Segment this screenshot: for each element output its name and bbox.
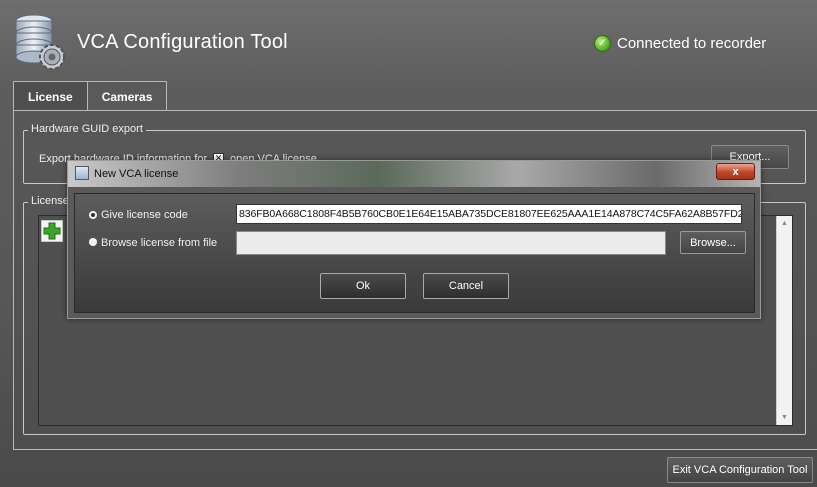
dialog-titlebar[interactable]: New VCA license x [68,161,760,187]
connection-status: ✓ Connected to recorder [594,35,766,52]
hardware-guid-group-label: Hardware GUID export [28,123,146,135]
plus-icon[interactable] [41,220,63,242]
give-code-radio[interactable] [88,210,98,220]
tab-bar: License Cameras [13,81,168,111]
browse-button[interactable]: Browse... [680,231,746,254]
app-window: VCA Configuration Tool ✓ Connected to re… [0,0,817,487]
header: VCA Configuration Tool ✓ Connected to re… [0,0,817,82]
browse-file-radio[interactable] [88,237,98,247]
check-circle-icon: ✓ [594,35,611,52]
cancel-button[interactable]: Cancel [423,273,509,299]
tab-cameras[interactable]: Cameras [86,81,168,111]
status-text: Connected to recorder [617,35,767,52]
database-gear-icon [15,14,65,70]
give-code-label: Give license code [101,209,188,221]
dialog-window-icon [75,166,89,180]
tab-license[interactable]: License [13,81,88,111]
close-icon[interactable]: x [716,163,755,180]
browse-file-label: Browse license from file [101,237,218,249]
license-file-input[interactable] [236,231,666,255]
license-code-input[interactable]: 836FB0A668C1808F4B5B760CB0E1E64E15ABA735… [236,204,742,224]
dialog-title: New VCA license [94,168,179,180]
app-title: VCA Configuration Tool [77,31,288,53]
ok-button[interactable]: Ok [320,273,406,299]
license-list-scrollbar[interactable]: ▲ ▼ [776,216,792,425]
exit-button[interactable]: Exit VCA Configuration Tool [667,457,813,483]
scroll-down-icon[interactable]: ▼ [781,414,788,421]
scroll-up-icon[interactable]: ▲ [781,220,788,227]
